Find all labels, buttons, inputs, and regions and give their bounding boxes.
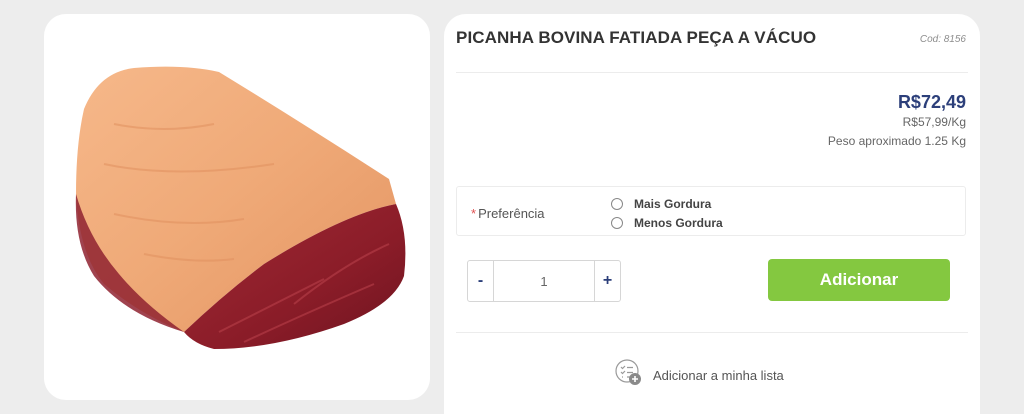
approximate-weight: Peso aproximado 1.25 Kg xyxy=(827,134,966,148)
quantity-stepper: - + xyxy=(467,260,621,302)
quantity-input[interactable] xyxy=(494,261,594,301)
option-mais-gordura[interactable]: Mais Gordura xyxy=(611,197,711,211)
divider xyxy=(456,332,968,333)
add-to-list-label: Adicionar a minha lista xyxy=(653,368,784,383)
radio-mais-gordura[interactable] xyxy=(611,198,623,210)
price-per-kg: R$57,99/Kg xyxy=(902,115,966,129)
option-label: Mais Gordura xyxy=(634,197,712,211)
preference-label: * Preferência xyxy=(471,206,545,221)
divider xyxy=(456,72,968,73)
product-info-card: PICANHA BOVINA FATIADA PEÇA A VÁCUO Cod:… xyxy=(444,14,980,414)
add-to-cart-button[interactable]: Adicionar xyxy=(768,259,950,301)
option-label: Menos Gordura xyxy=(634,216,723,230)
decrease-quantity-button[interactable]: - xyxy=(468,261,494,301)
shopping-list-add-icon xyxy=(614,358,644,393)
product-image-card xyxy=(44,14,430,400)
product-title: PICANHA BOVINA FATIADA PEÇA A VÁCUO xyxy=(456,28,817,47)
preference-label-text: Preferência xyxy=(478,206,545,221)
increase-quantity-button[interactable]: + xyxy=(594,261,620,301)
product-price: R$72,49 xyxy=(897,92,966,112)
preference-box: * Preferência Mais Gordura Menos Gordura xyxy=(456,186,966,236)
required-mark: * xyxy=(471,206,477,221)
add-to-list-link[interactable]: Adicionar a minha lista xyxy=(614,358,784,393)
radio-menos-gordura[interactable] xyxy=(611,217,623,229)
product-code: Cod: 8156 xyxy=(919,34,966,45)
product-image xyxy=(75,66,406,349)
option-menos-gordura[interactable]: Menos Gordura xyxy=(611,216,723,230)
